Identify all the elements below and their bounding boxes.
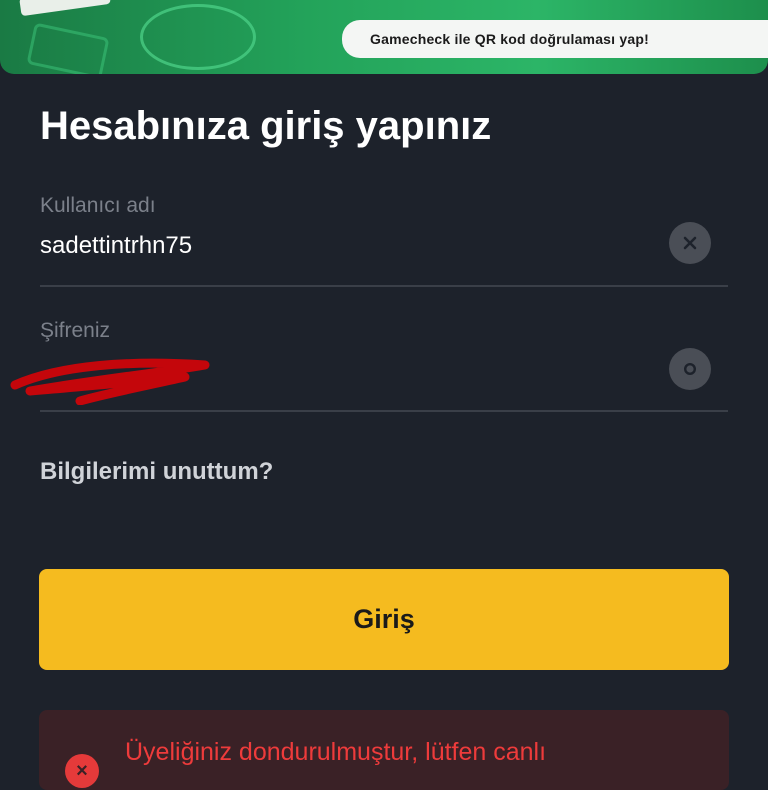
- error-message: Üyeliğiniz dondurulmuştur, lütfen canlı: [125, 738, 547, 766]
- username-field[interactable]: sadettintrhn75: [40, 232, 192, 260]
- password-divider: [40, 410, 728, 412]
- banner-text: Gamecheck ile QR kod doğrulaması yap!: [342, 20, 768, 58]
- promo-banner[interactable]: Gamecheck ile QR kod doğrulaması yap!: [0, 0, 768, 74]
- password-label: Şifreniz: [40, 319, 111, 342]
- page-title: Hesabınıza giriş yapınız: [40, 104, 492, 148]
- error-alert: × Üyeliğiniz dondurulmuştur, lütfen canl…: [39, 710, 729, 790]
- banner-card-graphic: [19, 0, 111, 17]
- username-label: Kullanıcı adı: [40, 194, 156, 217]
- show-password-icon[interactable]: [669, 348, 711, 390]
- clear-icon[interactable]: [669, 222, 711, 264]
- login-button[interactable]: Giriş: [39, 569, 729, 670]
- username-divider: [40, 285, 728, 287]
- forgot-credentials-link[interactable]: Bilgilerimi unuttum?: [40, 458, 273, 486]
- redaction-scribble: [10, 358, 210, 405]
- error-icon: ×: [65, 754, 99, 788]
- banner-ring-graphic: [140, 4, 256, 70]
- banner-phone-graphic: [26, 22, 110, 74]
